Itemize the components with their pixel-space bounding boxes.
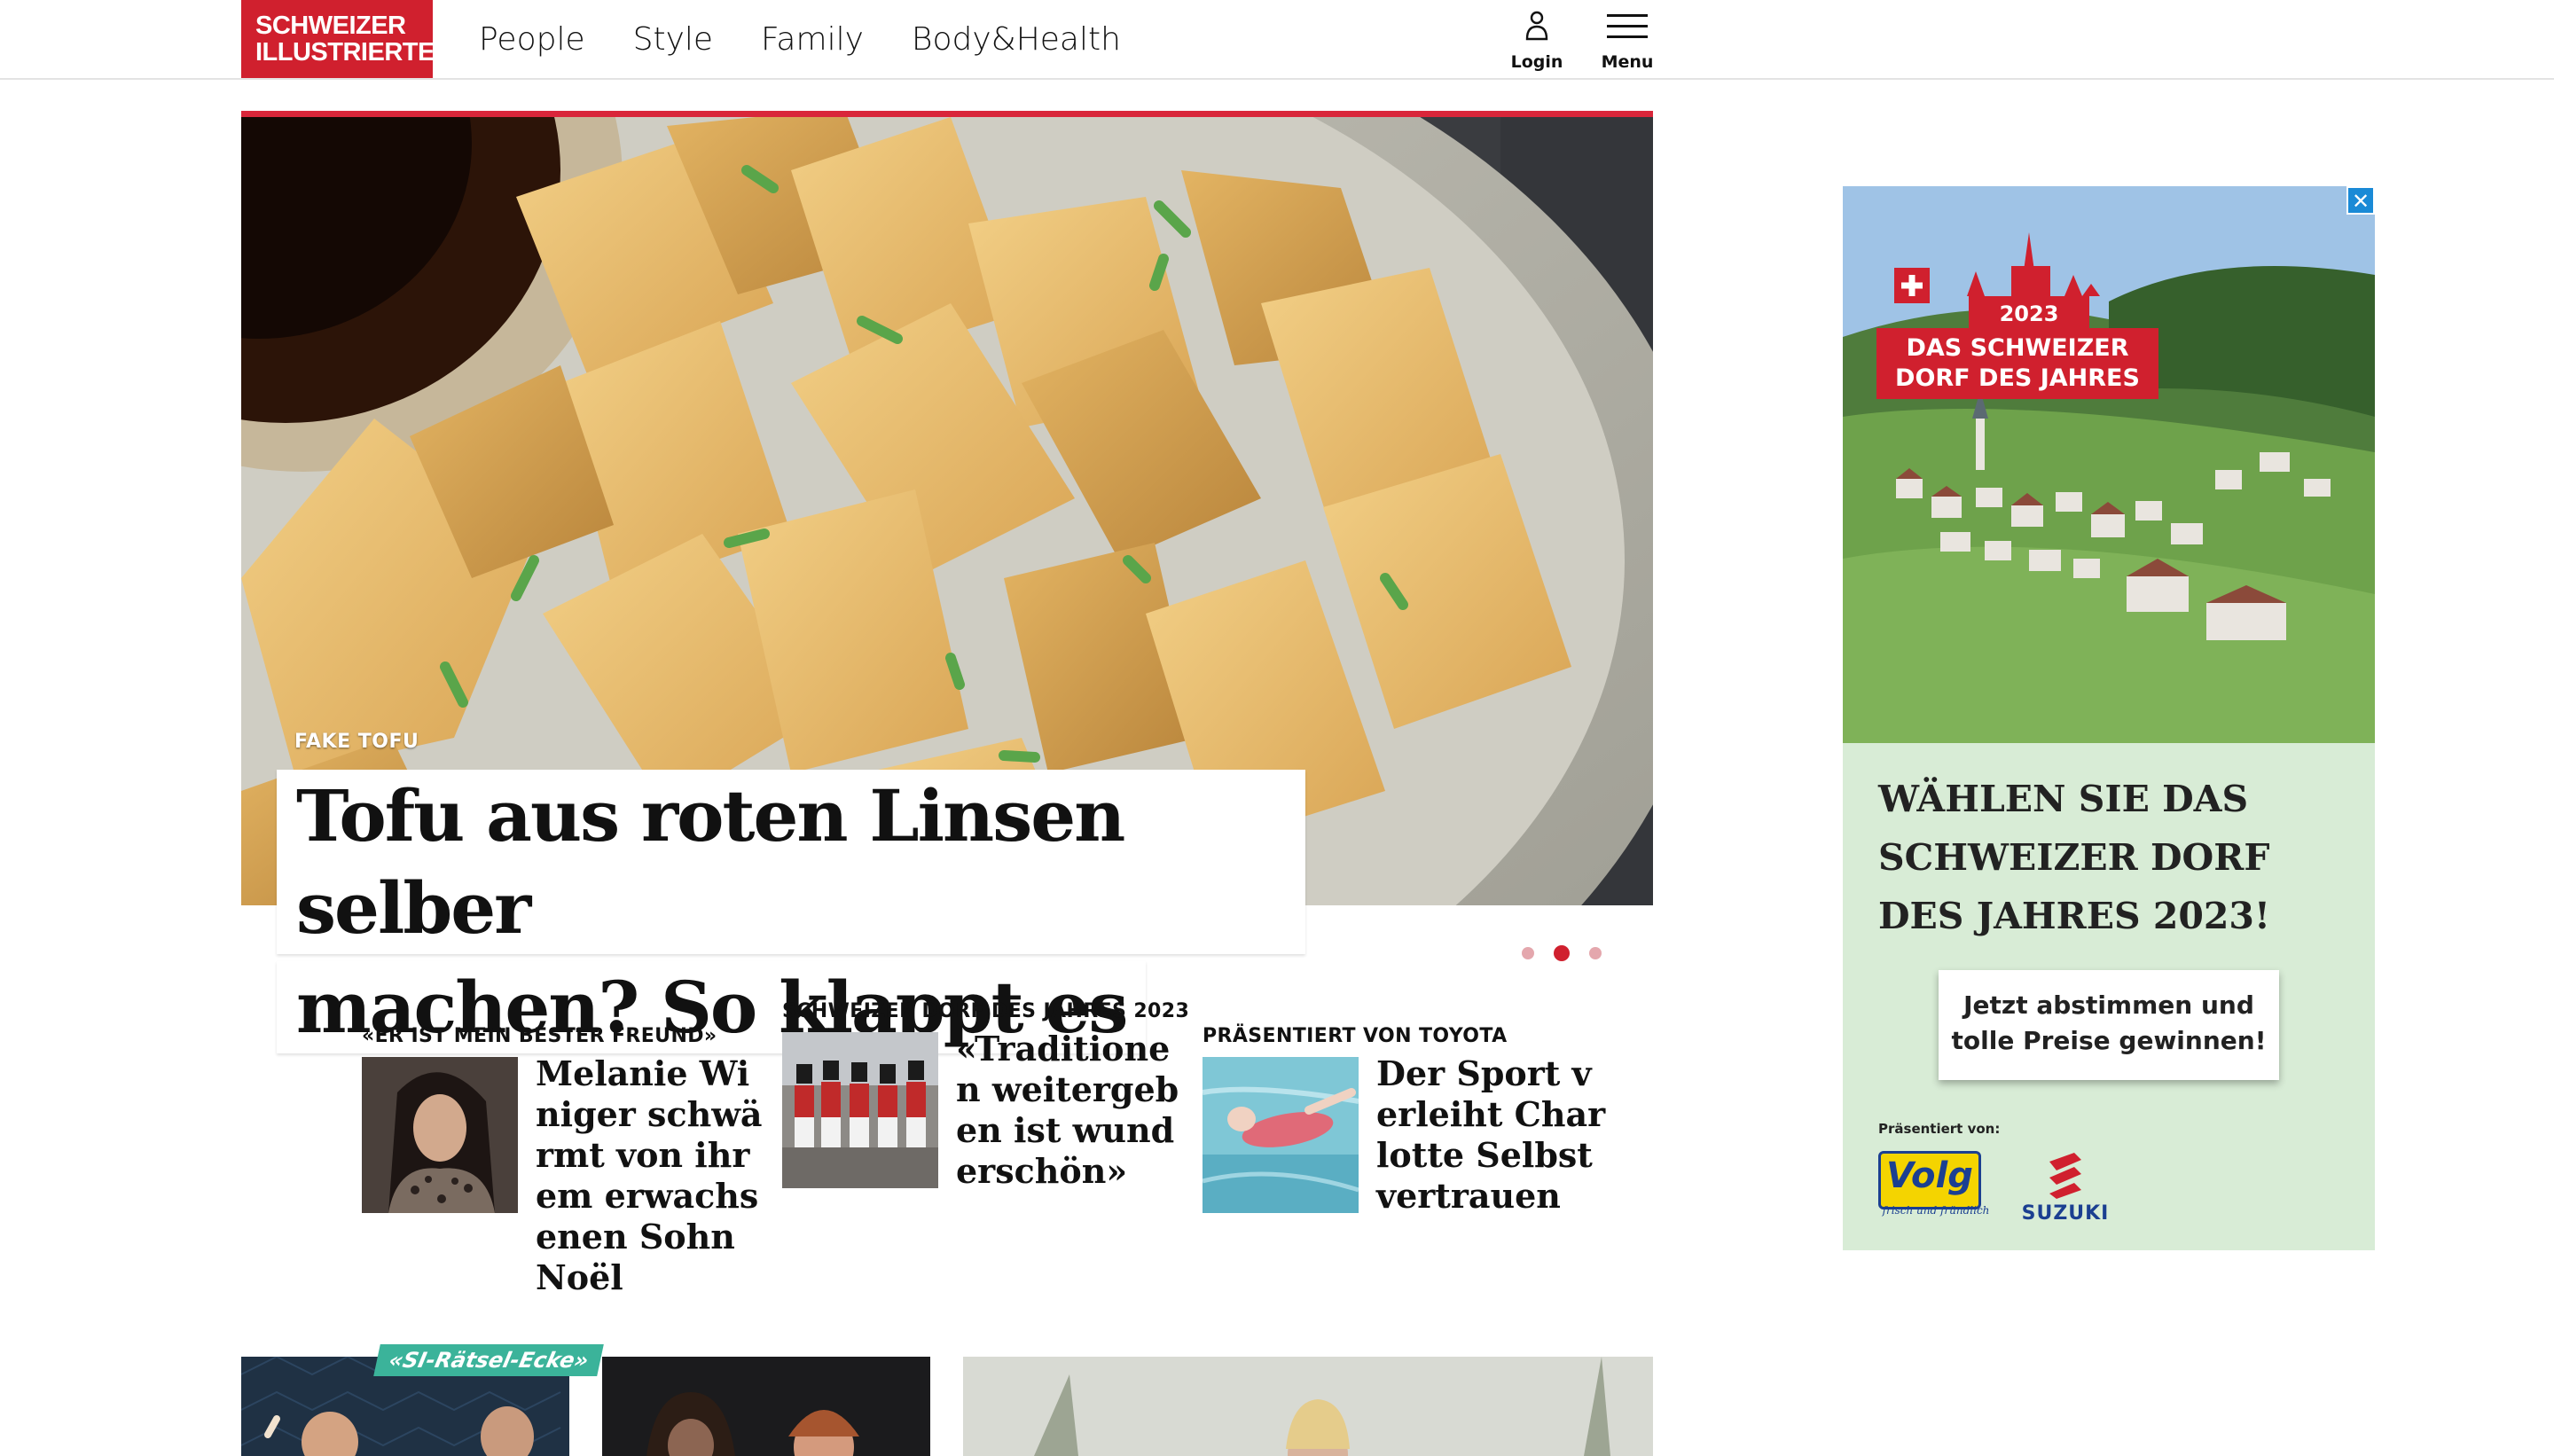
- volg-tagline: frisch und fründlich: [1882, 1204, 1990, 1217]
- teaser-kicker: Präsentiert von Toyota: [1203, 1025, 1508, 1047]
- teaser-title[interactable]: Melanie Winiger schwärmt von ihrem erwac…: [536, 1053, 770, 1298]
- carousel-dot-1[interactable]: [1522, 947, 1534, 959]
- teaser-kicker: «Er ist mein bester Freund»: [362, 1025, 717, 1047]
- hamburger-icon: [1607, 14, 1648, 38]
- raetsel-tag: «SI-Rätsel-Ecke»: [373, 1344, 605, 1376]
- site-logo[interactable]: SCHWEIZER ILLUSTRIERTE: [241, 0, 435, 78]
- teaser-title[interactable]: «Traditionen weitergeben ist wunderschön…: [956, 1029, 1190, 1192]
- volg-wordmark: Volg: [1886, 1155, 1973, 1196]
- ad-headline: WÄHLEN SIE DAS SCHWEIZER DORF DES JAHRES…: [1878, 778, 2270, 937]
- nav-item-family[interactable]: Family: [761, 21, 864, 58]
- carousel-dot-3[interactable]: [1589, 947, 1602, 959]
- ad-badge-year: 2023: [1969, 296, 2089, 332]
- nav-item-body-health[interactable]: Body&Health: [912, 21, 1121, 58]
- hero-kicker: FAKE TOFU: [294, 731, 419, 753]
- teaser-thumbnail[interactable]: [782, 1032, 938, 1188]
- logo-line-2: ILLUSTRIERTE: [255, 38, 435, 67]
- hero-accent-bar: [241, 111, 1653, 117]
- teaser-thumbnail[interactable]: [1203, 1057, 1359, 1213]
- ad-close-button[interactable]: ✕: [2346, 186, 2375, 215]
- menu-label: Menu: [1601, 52, 1654, 72]
- site-header: SCHWEIZER ILLUSTRIERTE People Style Fami…: [0, 0, 2554, 80]
- main-nav: People Style Family Body&Health: [479, 0, 1121, 78]
- hero-title-line-1: Tofu aus roten Linsen selber: [277, 770, 1305, 954]
- teaser-thumbnail[interactable]: [362, 1057, 518, 1213]
- carousel-dots: [1522, 945, 1602, 961]
- nav-item-style[interactable]: Style: [633, 21, 713, 58]
- article-card[interactable]: [602, 1357, 930, 1456]
- ad-cta-button[interactable]: Jetzt abstimmen und tolle Preise gewinne…: [1939, 970, 2279, 1080]
- teaser-item[interactable]: Präsentiert von Toyota Der Sport verleih…: [1203, 1025, 1610, 1217]
- advertisement[interactable]: 2023 DAS SCHWEIZER DORF DES JAHRES WÄHLE…: [1843, 186, 2375, 1250]
- suzuki-logo: SUZUKI: [2008, 1149, 2123, 1229]
- teaser-item[interactable]: Schweizer Dorf des Jahres 2023: [782, 1000, 1190, 1192]
- user-icon: [1525, 11, 1548, 41]
- teaser-item[interactable]: «Er ist mein bester Freund» Melanie Wini…: [362, 1025, 770, 1298]
- volg-logo: Volg: [1878, 1151, 1981, 1209]
- teaser-kicker: Schweizer Dorf des Jahres 2023: [782, 1000, 1190, 1022]
- teaser-title[interactable]: Der Sport verleiht Charlotte Selbstvertr…: [1376, 1053, 1610, 1217]
- article-card[interactable]: [963, 1357, 1653, 1456]
- login-button[interactable]: Login: [1497, 9, 1577, 76]
- ad-badge-name: DAS SCHWEIZER DORF DES JAHRES: [1876, 328, 2158, 399]
- nav-item-people[interactable]: People: [479, 21, 585, 58]
- logo-line-1: SCHWEIZER: [255, 12, 406, 40]
- menu-button[interactable]: Menu: [1587, 9, 1667, 76]
- ad-sponsor-label: Präsentiert von:: [1878, 1121, 2001, 1137]
- suzuki-s-icon: [2049, 1153, 2081, 1199]
- login-label: Login: [1510, 52, 1563, 72]
- ad-village-photo: [1843, 186, 2375, 743]
- hero-article[interactable]: FAKE TOFU Tofu aus roten Linsen selber m…: [241, 111, 1653, 1053]
- suzuki-wordmark: SUZUKI: [2021, 1202, 2110, 1225]
- carousel-dot-2[interactable]: [1554, 945, 1570, 961]
